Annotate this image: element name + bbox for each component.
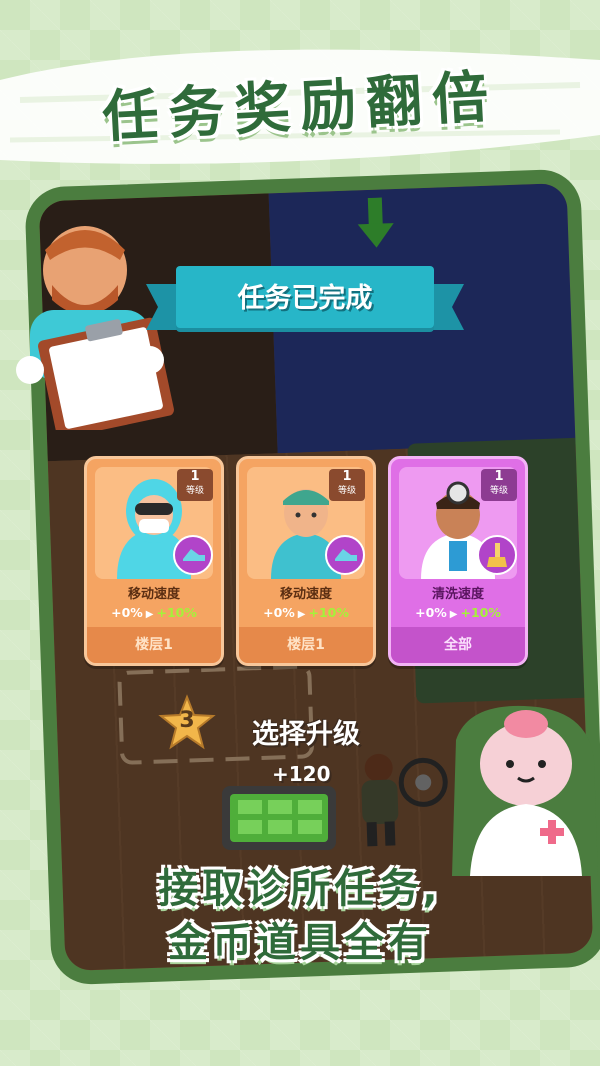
card-scope: 楼层1 bbox=[239, 627, 373, 663]
level-number: 1 bbox=[494, 469, 504, 484]
stat-to: +10% bbox=[460, 605, 501, 620]
speed-shoe-icon bbox=[325, 535, 365, 575]
play-arrow-icon: ▶ bbox=[449, 609, 458, 620]
task-complete-text: 任务已完成 bbox=[237, 283, 373, 314]
speed-shoe-icon bbox=[173, 535, 213, 575]
upgrade-card-move-speed-floor1-nurse[interactable]: 1 等级 移动速度 +0% ▶ +10% 楼层1 bbox=[236, 456, 376, 666]
stat-change: +0% ▶ +10% bbox=[87, 605, 221, 620]
stat-change: +0% ▶ +10% bbox=[391, 605, 525, 620]
level-badge: 1 等级 bbox=[329, 469, 365, 501]
mascot-doctor-character bbox=[452, 705, 598, 876]
cleaning-brush-icon bbox=[477, 535, 517, 575]
card-title: 移动速度 bbox=[127, 587, 180, 602]
coin-gain-amount: +120 bbox=[272, 762, 331, 786]
level-badge: 1 等级 bbox=[177, 469, 213, 501]
level-label: 等级 bbox=[185, 486, 204, 496]
card-scope: 楼层1 bbox=[87, 627, 221, 663]
star-level-number: 3 bbox=[179, 708, 195, 733]
card-title: 移动速度 bbox=[279, 587, 332, 602]
tagline-line-1: 接取诊所任务, bbox=[158, 866, 442, 912]
play-arrow-icon: ▶ bbox=[297, 609, 306, 620]
select-upgrade-prompt: 选择升级 bbox=[252, 719, 360, 750]
level-number: 1 bbox=[190, 469, 200, 484]
upgrade-card-cleaning-speed-all[interactable]: 1 等级 清洗速度 +0% ▶ +10% 全部 bbox=[388, 456, 528, 666]
level-label: 等级 bbox=[489, 486, 508, 496]
play-arrow-icon: ▶ bbox=[145, 609, 154, 620]
tagline-line-2: 金币道具全有 bbox=[168, 920, 432, 966]
card-scope: 全部 bbox=[391, 627, 525, 663]
stat-from: +0% bbox=[263, 605, 295, 620]
stat-to: +10% bbox=[156, 605, 197, 620]
stat-from: +0% bbox=[415, 605, 447, 620]
level-number: 1 bbox=[342, 469, 352, 484]
level-label: 等级 bbox=[337, 486, 356, 496]
upgrade-card-move-speed-floor1[interactable]: 1 等级 移动速度 +0% ▶ +10% 楼层1 bbox=[84, 456, 224, 666]
card-title: 清洗速度 bbox=[431, 587, 484, 602]
stat-to: +10% bbox=[308, 605, 349, 620]
stat-from: +0% bbox=[111, 605, 143, 620]
level-badge: 1 等级 bbox=[481, 469, 517, 501]
stat-change: +0% ▶ +10% bbox=[239, 605, 373, 620]
